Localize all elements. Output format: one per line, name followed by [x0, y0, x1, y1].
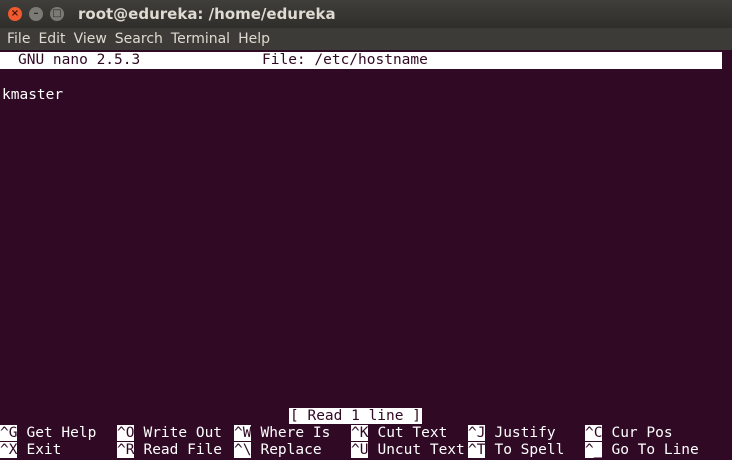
- window-title: root@edureka: /home/edureka: [78, 5, 336, 23]
- close-window-icon[interactable]: ×: [8, 7, 22, 21]
- shortcut-key: ^C: [585, 425, 603, 441]
- menu-bar: File Edit View Search Terminal Help: [0, 28, 732, 50]
- terminal-area[interactable]: GNU nano 2.5.3 File: /etc/hostname kmast…: [0, 50, 732, 460]
- shortcut-key: ^K: [351, 425, 369, 441]
- minimize-window-icon[interactable]: –: [29, 7, 43, 21]
- shortcut-label: To Spell: [494, 442, 565, 458]
- menu-terminal[interactable]: Terminal: [171, 31, 230, 47]
- shortcut-go-to-line: ^_ Go To Line: [585, 442, 699, 459]
- shortcut-key: ^T: [468, 442, 486, 458]
- shortcut-label: Cut Text: [377, 425, 448, 441]
- shortcut-label: Write Out: [143, 425, 223, 441]
- shortcut-get-help: ^G Get Help: [0, 425, 96, 442]
- shortcut-bar: ^G Get Help ^O Write Out ^W Where Is ^K Cut …: [0, 425, 732, 459]
- shortcut-to-spell: ^T To Spell: [468, 442, 564, 459]
- shortcut-justify: ^J Justify: [468, 425, 556, 442]
- shortcut-label: Get Help: [26, 425, 97, 441]
- shortcut-key: ^J: [468, 425, 486, 441]
- shortcut-read-file: ^R Read File: [117, 442, 222, 459]
- shortcut-label: Where Is: [260, 425, 331, 441]
- shortcut-label: Exit: [26, 442, 62, 458]
- menu-file[interactable]: File: [7, 31, 30, 47]
- shortcut-key: ^_: [585, 442, 603, 458]
- shortcut-key: ^\: [234, 442, 252, 458]
- shortcut-replace: ^\ Replace: [234, 442, 322, 459]
- nano-header: GNU nano 2.5.3 File: /etc/hostname: [0, 52, 722, 69]
- file-content-line[interactable]: kmaster: [2, 86, 63, 104]
- shortcut-write-out: ^O Write Out: [117, 425, 222, 442]
- shortcut-cut-text: ^K Cut Text: [351, 425, 447, 442]
- menu-help[interactable]: Help: [238, 31, 270, 47]
- menu-search[interactable]: Search: [115, 31, 163, 47]
- shortcut-key: ^U: [351, 442, 369, 458]
- shortcut-label: Replace: [260, 442, 322, 458]
- shortcut-key: ^G: [0, 425, 18, 441]
- shortcut-key: ^X: [0, 442, 18, 458]
- shortcut-key: ^W: [234, 425, 252, 441]
- shortcut-row-1: ^G Get Help ^O Write Out ^W Where Is ^K Cut …: [0, 425, 732, 442]
- shortcut-key: ^O: [117, 425, 135, 441]
- shortcut-row-2: ^X Exit ^R Read File ^\ Replace ^U Uncut Tex…: [0, 442, 732, 459]
- status-message: [ Read 1 line ]: [289, 408, 422, 424]
- shortcut-exit: ^X Exit: [0, 442, 61, 459]
- shortcut-key: ^R: [117, 442, 135, 458]
- shortcut-where-is: ^W Where Is: [234, 425, 330, 442]
- shortcut-cur-pos: ^C Cur Pos: [585, 425, 673, 442]
- title-bar: × – □ root@edureka: /home/edureka: [0, 0, 732, 28]
- nano-version: GNU nano 2.5.3: [18, 52, 141, 68]
- shortcut-label: Justify: [494, 425, 556, 441]
- shortcut-label: Uncut Text: [377, 442, 465, 458]
- shortcut-label: Read File: [143, 442, 223, 458]
- nano-file-name: File: /etc/hostname: [262, 52, 428, 68]
- shortcut-label: Cur Pos: [611, 425, 673, 441]
- menu-view[interactable]: View: [74, 31, 107, 47]
- shortcut-uncut-text: ^U Uncut Text: [351, 442, 465, 459]
- maximize-window-icon[interactable]: □: [50, 7, 64, 21]
- menu-edit[interactable]: Edit: [38, 31, 65, 47]
- shortcut-label: Go To Line: [611, 442, 699, 458]
